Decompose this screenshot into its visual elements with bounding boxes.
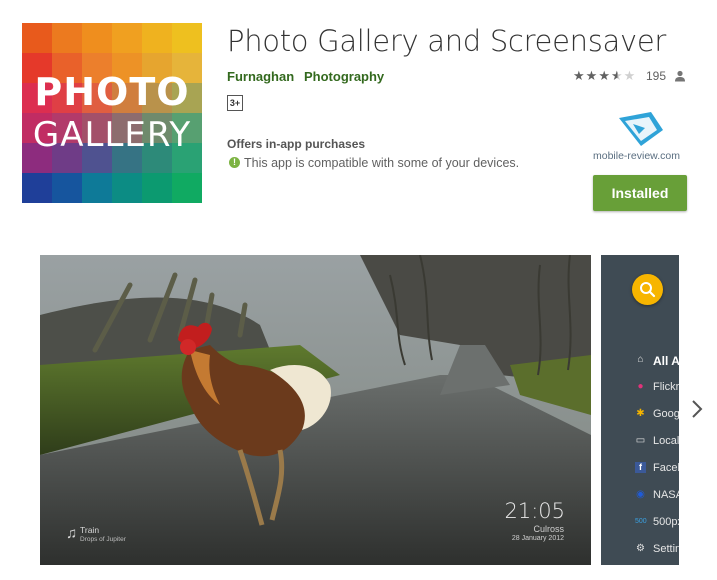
screenshot-1[interactable]: 21:05 Culross 28 January 2012 ♫ Train Dr… (40, 255, 591, 565)
star-icon: ★ (598, 68, 611, 83)
app-icon: PHOTO GALLERY (22, 23, 202, 203)
star-icon: ★ (573, 68, 586, 83)
drawer-item-facebook: f Faceb (601, 459, 679, 479)
drawer-item-label: NASA (653, 489, 679, 501)
review-count: 195 (646, 69, 667, 83)
flickr-icon: ● (637, 381, 644, 392)
track-title: Train (80, 525, 100, 535)
home-icon: ⌂ (637, 354, 644, 365)
category-link[interactable]: Photography (304, 69, 384, 84)
person-icon (675, 70, 685, 82)
watermark-icon (619, 112, 663, 146)
clock-time: 21:05 (504, 499, 565, 523)
nasa-icon: ◉ (636, 489, 645, 500)
folder-icon: ▭ (635, 435, 646, 446)
star-icon: ★ (623, 68, 637, 83)
clock-date: 28 January 2012 (511, 535, 564, 542)
search-icon (640, 282, 656, 298)
drawer-item-label: Local (653, 435, 679, 447)
facebook-icon: f (635, 462, 646, 473)
half-star-icon: ★ (610, 68, 624, 83)
content-rating-badge: 3+ (227, 95, 243, 111)
clock-place: Culross (533, 524, 564, 534)
icon-text-gallery: GALLERY (32, 115, 192, 155)
drawer-item-local: ▭ Local (601, 432, 679, 452)
compatibility-text: This app is compatible with some of your… (244, 156, 520, 170)
track-artist: Drops of Jupiter (80, 536, 126, 543)
watermark-text: mobile-review.com (593, 150, 680, 162)
google-photos-icon: ✱ (636, 408, 645, 419)
drawer-item-label: All A (653, 354, 679, 368)
drawer-item-nasa: ◉ NASA (601, 486, 679, 506)
drawer-item-label: Settin (653, 543, 679, 555)
app-title: Photo Gallery and Screensaver (227, 24, 667, 58)
drawer-item-flickr: ● Flickr (601, 378, 679, 398)
watermark-logo: mobile-review.com (593, 110, 685, 166)
drawer-item-all: ⌂ All A (601, 351, 679, 371)
icon-text-photo: PHOTO (34, 70, 190, 114)
info-icon: ! (229, 157, 240, 168)
drawer-item-google: ✱ Googl (601, 405, 679, 425)
chevron-right-icon[interactable] (689, 398, 705, 420)
music-note-icon: ♫ (66, 525, 78, 542)
drawer-item-label: 500px (653, 516, 679, 528)
installed-button[interactable]: Installed (593, 175, 687, 211)
search-fab (632, 274, 663, 305)
in-app-purchases-label: Offers in-app purchases (227, 137, 366, 151)
screenshot-2[interactable]: ⌂ All A ● Flickr ✱ Googl ▭ Local f Faceb… (601, 255, 679, 565)
star-rating: ★★★★★ (573, 68, 636, 84)
drawer-item-500px: 500 500px (601, 513, 679, 533)
drawer-item-label: Flickr (653, 381, 679, 393)
500px-icon: 500 (635, 518, 647, 525)
developer-link[interactable]: Furnaghan (227, 69, 294, 84)
drawer-item-label: Faceb (653, 462, 679, 474)
settings-icon: ⚙ (636, 543, 645, 554)
drawer-item-settings: ⚙ Settin (601, 540, 679, 560)
star-icon: ★ (585, 68, 599, 83)
drawer-item-label: Googl (653, 408, 679, 420)
